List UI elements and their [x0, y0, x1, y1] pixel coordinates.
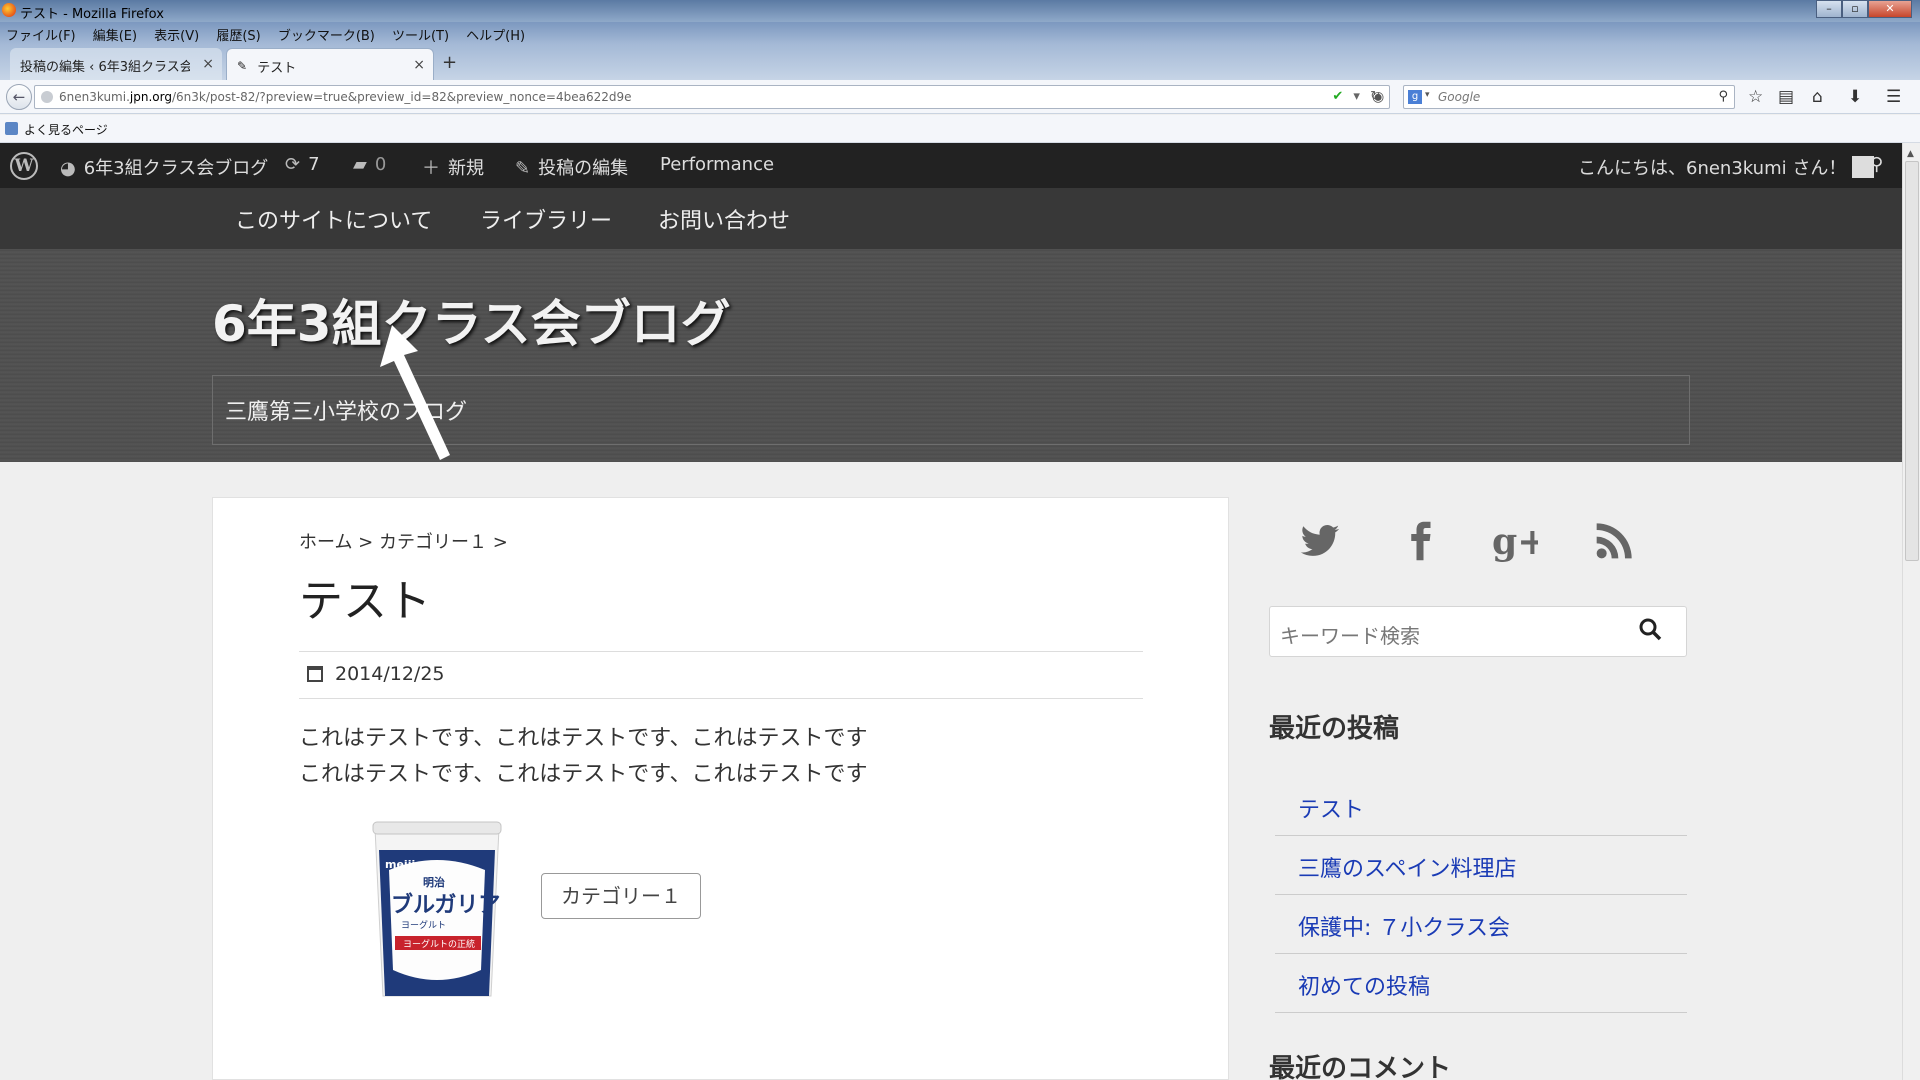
- menu-icon[interactable]: ☰: [1886, 87, 1901, 107]
- download-icon[interactable]: ⬇: [1848, 87, 1862, 107]
- home-icon[interactable]: ⌂: [1812, 87, 1823, 107]
- menubar: ファイル(F) 編集(E) 表示(V) 履歴(S) ブックマーク(B) ツール(…: [0, 22, 1920, 44]
- comments-link[interactable]: ▰ 0: [353, 154, 386, 175]
- engine-dropdown-icon[interactable]: ▾: [1425, 90, 1430, 100]
- list-item[interactable]: 三鷹のスペイン料理店: [1275, 836, 1687, 895]
- navigation-toolbar: ← 6nen3kumi.jpn.org/6n3k/post-82/?previe…: [0, 80, 1920, 114]
- site-identity-icon[interactable]: [41, 91, 53, 103]
- search-icon[interactable]: ⚲: [1870, 154, 1883, 175]
- check-icon[interactable]: ✔: [1332, 89, 1343, 104]
- menu-history[interactable]: 履歴(S): [210, 23, 266, 46]
- twitter-icon[interactable]: [1295, 520, 1345, 570]
- window-titlebar: テスト - Mozilla Firefox – ▫ ✕: [0, 0, 1920, 22]
- window-title: テスト - Mozilla Firefox: [20, 7, 164, 22]
- list-item[interactable]: 保護中: ７小クラス会: [1275, 895, 1687, 954]
- maximize-button[interactable]: ▫: [1842, 0, 1868, 18]
- plus-icon: ＋: [422, 158, 440, 179]
- url-text[interactable]: 6nen3kumi.jpn.org/6n3k/post-82/?preview=…: [59, 90, 632, 104]
- post-body-line: これはテストです、これはテストです、これはテストです: [299, 726, 868, 751]
- tab-label: 投稿の編集 ‹ 6年3組クラス会...: [20, 60, 190, 75]
- tab-edit-post[interactable]: 投稿の編集 ‹ 6年3組クラス会... ×: [10, 48, 222, 80]
- admin-site-link[interactable]: ◕ 6年3組クラス会ブログ: [60, 154, 268, 180]
- search-placeholder: Google: [1438, 90, 1481, 104]
- nav-item-about[interactable]: このサイトについて: [235, 203, 432, 235]
- page-scrollbar[interactable]: ▲: [1902, 143, 1920, 1080]
- svg-text:ヨーグルトの正統: ヨーグルトの正統: [403, 938, 475, 950]
- search-placeholder: キーワード検索: [1280, 624, 1420, 648]
- close-window-button[interactable]: ✕: [1868, 0, 1912, 18]
- url-bar[interactable]: 6nen3kumi.jpn.org/6n3k/post-82/?preview=…: [34, 85, 1390, 109]
- svg-text:ブルガリア: ブルガリア: [391, 892, 500, 918]
- menu-edit[interactable]: 編集(E): [87, 23, 143, 46]
- scroll-up-icon[interactable]: ▲: [1907, 149, 1914, 159]
- account-menu[interactable]: こんにちは、6nen3kumi さん！: [1578, 154, 1875, 180]
- tab-strip: 投稿の編集 ‹ 6年3組クラス会... × ✎ テスト × +: [0, 44, 1920, 80]
- breadcrumb[interactable]: ホーム > カテゴリー１ >: [299, 528, 508, 554]
- yogurt-product-image: meiji 明治 ブルガリア ヨーグルト ヨーグルトの正統: [372, 821, 502, 997]
- nav-item-library[interactable]: ライブラリー: [480, 203, 612, 235]
- svg-text:明治: 明治: [423, 875, 445, 889]
- post-body-line: これはテストです、これはテストです、これはテストです: [299, 762, 868, 787]
- post-meta: 2014/12/25: [299, 651, 1143, 699]
- recent-posts-title: 最近の投稿: [1269, 714, 1400, 744]
- list-item[interactable]: テスト: [1275, 777, 1687, 836]
- search-icon[interactable]: ⚲: [1718, 89, 1728, 104]
- tab-close-icon[interactable]: ×: [413, 57, 425, 73]
- list-item[interactable]: 初めての投稿: [1275, 954, 1687, 1013]
- menu-view[interactable]: 表示(V): [148, 23, 205, 46]
- site-title[interactable]: 6年3組クラス会ブログ: [212, 284, 731, 356]
- bookmark-most-visited[interactable]: よく見るページ: [24, 121, 108, 138]
- firefox-logo-icon: [2, 3, 16, 17]
- menu-help[interactable]: ヘルプ(H): [460, 23, 531, 46]
- tab-label: テスト: [257, 61, 297, 76]
- reading-list-icon[interactable]: ▤: [1778, 87, 1794, 107]
- sidebar-search-input[interactable]: キーワード検索: [1269, 606, 1687, 657]
- dropdown-arrow-icon[interactable]: ▾: [1353, 89, 1360, 104]
- rss-icon[interactable]: [1590, 520, 1640, 570]
- window-controls: – ▫ ✕: [1816, 0, 1912, 18]
- calendar-icon: [307, 666, 323, 682]
- search-bar[interactable]: g ▾ Google ⚲: [1403, 85, 1735, 109]
- menu-tools[interactable]: ツール(T): [386, 23, 455, 46]
- refresh-icon: ⟳: [285, 154, 301, 175]
- comment-icon: ▰: [353, 154, 367, 175]
- recent-comments-title: 最近のコメント: [1269, 1054, 1452, 1080]
- menu-file[interactable]: ファイル(F): [0, 23, 82, 46]
- updates-link[interactable]: ⟳ 7: [285, 154, 320, 175]
- brand-text: meiji: [385, 858, 415, 871]
- svg-text:ヨーグルト: ヨーグルト: [401, 919, 446, 931]
- performance-link[interactable]: Performance: [660, 154, 774, 175]
- tab-test[interactable]: ✎ テスト ×: [226, 48, 434, 80]
- scrollbar-thumb[interactable]: [1905, 161, 1919, 561]
- svg-text:g+: g+: [1492, 520, 1538, 562]
- nav-item-contact[interactable]: お問い合わせ: [658, 203, 790, 235]
- post-date: 2014/12/25: [335, 663, 445, 685]
- site-navigation: このサイトについて ライブラリー お問い合わせ: [0, 188, 1902, 249]
- bookmark-folder-icon: [5, 122, 18, 135]
- google-icon[interactable]: g: [1408, 90, 1422, 104]
- wp-admin-bar: W ◕ 6年3組クラス会ブログ ⟳ 7 ▰ 0 ＋新規 ✎ 投稿の編集 Performa…: [0, 143, 1902, 188]
- minimize-button[interactable]: –: [1816, 0, 1842, 18]
- new-content-link[interactable]: ＋新規: [422, 154, 484, 180]
- category-tag[interactable]: カテゴリー１: [541, 873, 701, 919]
- wordpress-logo-icon[interactable]: W: [10, 152, 38, 180]
- dashboard-icon: ◕: [60, 158, 76, 179]
- new-tab-button[interactable]: +: [442, 52, 457, 73]
- pencil-icon: ✎: [515, 158, 531, 179]
- site-header: 6年3組クラス会ブログ 三鷹第三小学校のブログ: [0, 249, 1902, 462]
- post-title: テスト: [299, 576, 431, 627]
- facebook-icon[interactable]: [1395, 520, 1445, 570]
- wordpress-favicon-icon: ✎: [237, 59, 248, 73]
- tab-close-icon[interactable]: ×: [202, 56, 214, 72]
- pointer-arrow-icon: [380, 325, 450, 460]
- addon-icon[interactable]: ◉: [1372, 89, 1384, 105]
- google-plus-icon[interactable]: g+: [1490, 520, 1548, 570]
- edit-post-link[interactable]: ✎ 投稿の編集: [515, 154, 628, 180]
- bookmark-star-icon[interactable]: ☆: [1748, 87, 1763, 107]
- back-button[interactable]: ←: [6, 84, 32, 110]
- bookmarks-toolbar: よく見るページ: [0, 115, 1920, 143]
- menu-bookmarks[interactable]: ブックマーク(B): [272, 23, 381, 46]
- post-article: ホーム > カテゴリー１ > テスト 2014/12/25 これはテストです、こ…: [212, 497, 1229, 1080]
- search-icon[interactable]: [1638, 617, 1662, 641]
